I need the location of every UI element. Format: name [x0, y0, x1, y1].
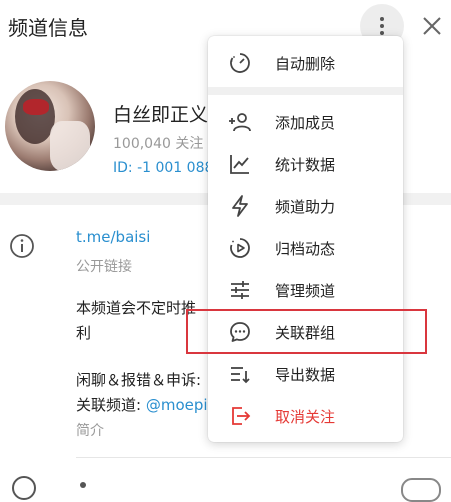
- notifications-toggle[interactable]: [401, 478, 441, 502]
- leave-icon: [232, 407, 251, 425]
- related-channel-mention[interactable]: @moepi: [146, 396, 208, 414]
- dot-icon: [80, 482, 86, 488]
- menu-separator: [208, 87, 403, 95]
- menu-item-label: 自动删除: [275, 55, 336, 73]
- close-button[interactable]: [418, 12, 446, 40]
- related-channel-label: 关联频道:: [76, 396, 146, 414]
- menu-item-add-members[interactable]: 添加成员: [208, 102, 403, 142]
- page-title: 频道信息: [8, 16, 88, 40]
- context-menu: 自动删除 添加成员 统计数据 频道助力 归档动态 管理频道 关联群组 导出数据 …: [208, 36, 403, 442]
- link-caption: 公开链接: [76, 259, 132, 275]
- archive-stories-icon: [230, 238, 250, 258]
- menu-item-auto-delete[interactable]: 自动删除: [208, 43, 403, 83]
- subscriber-count: 100,040 关注: [113, 136, 204, 152]
- menu-item-label: 添加成员: [275, 114, 336, 132]
- manage-icon: [231, 281, 249, 299]
- menu-item-export-data[interactable]: 导出数据: [208, 354, 403, 394]
- row-separator: [76, 457, 451, 458]
- avatar-hair: [15, 89, 55, 144]
- notification-icon: [12, 476, 36, 500]
- menu-item-label: 取消关注: [275, 408, 336, 426]
- more-vertical-icon: [380, 17, 384, 35]
- menu-item-label: 导出数据: [275, 366, 336, 384]
- description-text: 本频道会不定时推: [76, 299, 197, 317]
- timer-icon: [230, 53, 250, 73]
- channel-avatar[interactable]: [5, 81, 95, 171]
- channel-link[interactable]: t.me/baisi: [76, 228, 150, 246]
- menu-item-statistics[interactable]: 统计数据: [208, 144, 403, 184]
- avatar-accent: [23, 99, 49, 115]
- boost-icon: [232, 195, 248, 217]
- channel-id[interactable]: ID: -1 001 088: [113, 160, 213, 176]
- statistics-icon: [230, 155, 249, 174]
- channel-name: 白丝即正义: [113, 104, 209, 126]
- menu-item-label: 管理频道: [275, 282, 336, 300]
- menu-item-boost[interactable]: 频道助力: [208, 186, 403, 226]
- menu-item-unsubscribe[interactable]: 取消关注: [208, 396, 403, 436]
- menu-item-label: 统计数据: [275, 156, 336, 174]
- description-caption: 简介: [76, 423, 104, 439]
- menu-item-label: 频道助力: [275, 198, 336, 216]
- selection-highlight: [186, 309, 427, 354]
- menu-item-manage-channel[interactable]: 管理频道: [208, 270, 403, 310]
- avatar-highlight: [50, 121, 90, 171]
- add-user-icon: [229, 113, 251, 132]
- menu-item-label: 归档动态: [275, 240, 336, 258]
- info-icon: [10, 234, 34, 258]
- export-icon: [231, 367, 250, 384]
- close-icon: [423, 17, 441, 35]
- menu-item-archive-stories[interactable]: 归档动态: [208, 228, 403, 268]
